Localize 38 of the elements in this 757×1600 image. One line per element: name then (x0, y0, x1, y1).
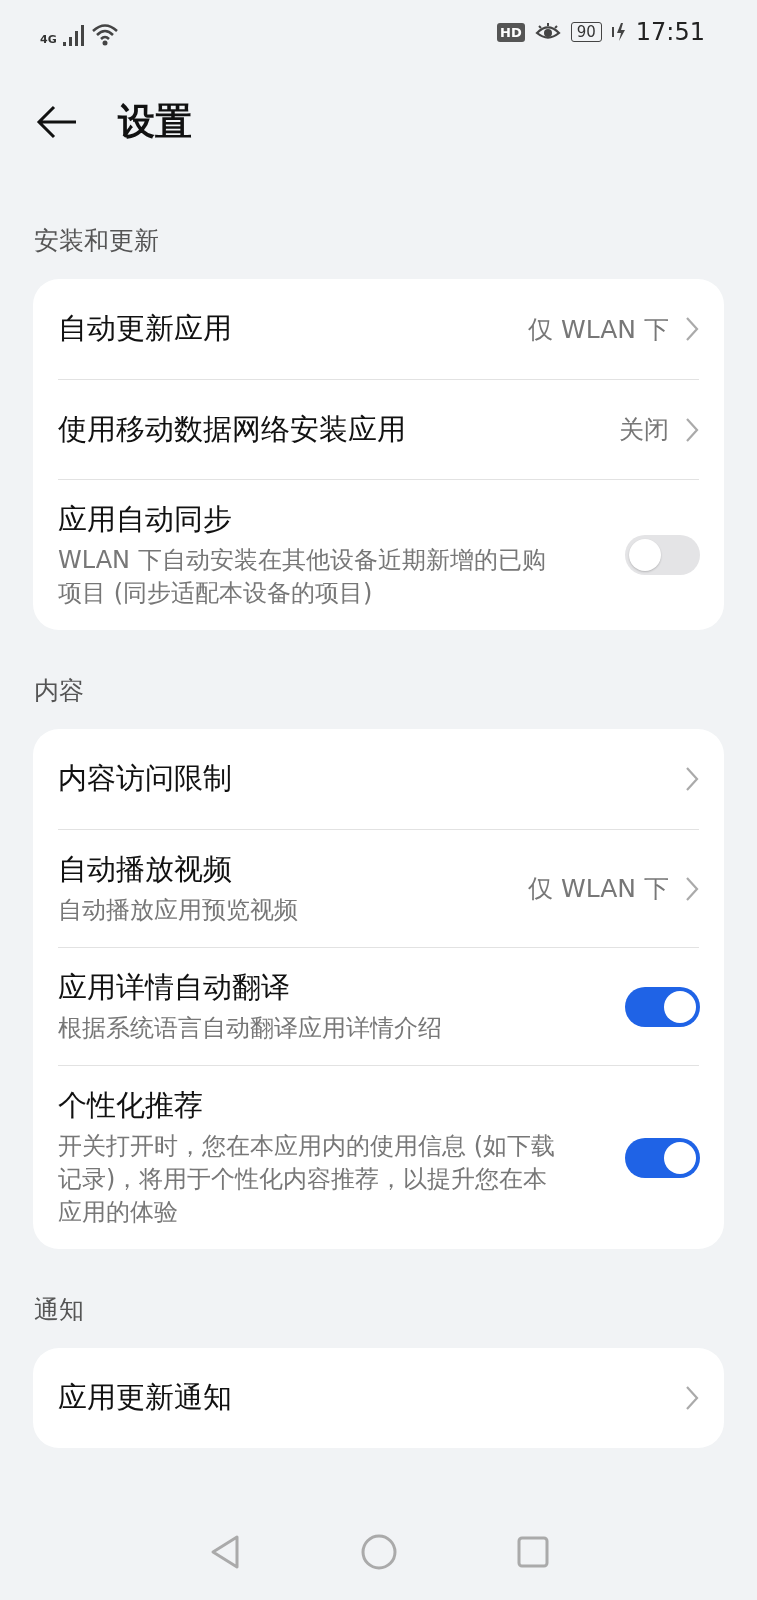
setting-description: 自动播放应用预览视频 (58, 895, 299, 926)
setting-title: 内容访问限制 (58, 760, 233, 797)
setting-title: 个性化推荐 (58, 1087, 204, 1124)
toggle-switch[interactable] (625, 535, 700, 575)
setting-title: 应用自动同步 (58, 501, 233, 538)
setting-description: 开关打开时，您在本应用内的使用信息 (如下载记录)，将用于个性化内容推荐，以提升您在本应用的体验 (58, 1131, 556, 1228)
battery-level: 90 (570, 22, 602, 42)
setting-value: 仅 WLAN 下 (528, 873, 669, 905)
setting-title: 使用移动数据网络安装应用 (58, 410, 407, 448)
recent-apps-button[interactable] (516, 1536, 549, 1568)
setting-value: 关闭 (619, 414, 669, 446)
section-header: 安装和更新 (33, 225, 160, 257)
setting-description: 根据系统语言自动翻译应用详情介绍 (58, 1013, 443, 1044)
toggle-switch[interactable] (625, 986, 700, 1027)
chevron-icon[interactable] (685, 1385, 699, 1411)
charging-icon (611, 21, 626, 43)
chevron-icon[interactable] (685, 766, 699, 792)
eye-icon (534, 22, 561, 42)
section-header: 内容 (33, 675, 85, 707)
signal-icon (62, 23, 85, 46)
wifi-icon (90, 21, 119, 46)
back-button[interactable] (36, 105, 78, 139)
hd-badge: HD (497, 22, 525, 42)
setting-description: WLAN 下自动安装在其他设备近期新增的已购项目 (同步适配本设备的项目) (58, 545, 547, 609)
chevron-icon[interactable] (685, 416, 699, 443)
toggle-switch[interactable] (625, 1137, 700, 1178)
chevron-icon[interactable] (685, 316, 699, 342)
page-title: 设置 (118, 99, 192, 145)
setting-value: 仅 WLAN 下 (528, 313, 669, 346)
clock-time: 17:51 (635, 18, 705, 46)
home-button[interactable] (360, 1534, 397, 1570)
network-type: 4G (40, 32, 57, 46)
section-header: 通知 (33, 1294, 85, 1326)
setting-title: 应用详情自动翻译 (58, 969, 291, 1006)
setting-title: 自动播放视频 (58, 851, 233, 888)
chevron-icon[interactable] (685, 875, 699, 902)
setting-title: 应用更新通知 (58, 1379, 233, 1416)
setting-title: 自动更新应用 (58, 310, 233, 347)
